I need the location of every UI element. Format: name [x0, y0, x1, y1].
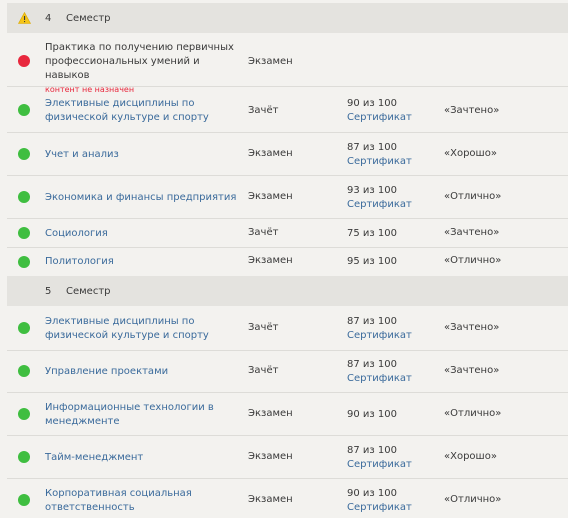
course-grade: «Отлично»: [444, 191, 502, 202]
course-score: 87 из 100 Сертификат: [347, 142, 412, 169]
semester-header: 5 Семестр: [7, 276, 568, 306]
course-row: Управление проектами Зачёт 87 из 100 Сер…: [7, 351, 568, 393]
course-link[interactable]: Экономика и финансы предприятия: [45, 191, 275, 205]
course-link[interactable]: Элективные дисциплины по физической куль…: [45, 97, 245, 125]
course-grade: «Зачтено»: [444, 227, 500, 238]
course-row: Информационные технологии в менеджменте …: [7, 393, 568, 436]
semester-number: 4: [45, 12, 52, 24]
status-dot-icon: [18, 494, 30, 506]
course-score: 95 из 100: [347, 256, 397, 267]
course-grade: «Хорошо»: [444, 148, 497, 159]
course-score: 90 из 100: [347, 409, 397, 420]
course-link[interactable]: Политология: [45, 255, 245, 269]
assessment-type: Экзамен: [248, 451, 293, 462]
course-row: Корпоративная социальная ответственность…: [7, 479, 568, 518]
certificate-link[interactable]: Сертификат: [347, 329, 412, 343]
certificate-link[interactable]: Сертификат: [347, 458, 412, 472]
assessment-type: Экзамен: [248, 56, 293, 67]
course-row: Учет и анализ Экзамен 87 из 100 Сертифик…: [7, 133, 568, 176]
semester-label: Семестр: [66, 285, 111, 297]
course-score: 90 из 100 Сертификат: [347, 98, 412, 125]
course-row: Элективные дисциплины по физической куль…: [7, 306, 568, 351]
course-grade: «Отлично»: [444, 494, 502, 505]
course-row: Социология Зачёт 75 из 100 «Зачтено»: [7, 219, 568, 248]
course-grade: «Зачтено»: [444, 322, 500, 333]
course-row: Элективные дисциплины по физической куль…: [7, 87, 568, 133]
course-link[interactable]: Управление проектами: [45, 365, 245, 379]
course-score: 93 из 100 Сертификат: [347, 185, 412, 212]
certificate-link[interactable]: Сертификат: [347, 372, 412, 386]
course-link[interactable]: Информационные технологии в менеджменте: [45, 401, 245, 429]
course-score: 87 из 100 Сертификат: [347, 445, 412, 472]
assessment-type: Зачёт: [248, 365, 279, 376]
course-row: Тайм-менеджмент Экзамен 87 из 100 Сертиф…: [7, 436, 568, 479]
course-link[interactable]: Учет и анализ: [45, 148, 245, 162]
status-dot-icon: [18, 148, 30, 160]
status-dot-icon: [18, 408, 30, 420]
assessment-type: Экзамен: [248, 494, 293, 505]
status-dot-icon: [18, 104, 30, 116]
course-grade: «Отлично»: [444, 408, 502, 419]
course-row: Экономика и финансы предприятия Экзамен …: [7, 176, 568, 219]
certificate-link[interactable]: Сертификат: [347, 111, 412, 125]
assessment-type: Экзамен: [248, 148, 293, 159]
semester-number: 5: [45, 285, 52, 297]
status-dot-icon: [18, 55, 30, 67]
assessment-type: Экзамен: [248, 191, 293, 202]
course-link[interactable]: Элективные дисциплины по физической куль…: [45, 315, 245, 343]
course-score: 90 из 100 Сертификат: [347, 488, 412, 515]
certificate-link[interactable]: Сертификат: [347, 501, 412, 515]
course-score: 75 из 100: [347, 228, 397, 239]
course-grade: «Зачтено»: [444, 105, 500, 116]
status-dot-icon: [18, 191, 30, 203]
semester-label: Семестр: [66, 12, 111, 24]
assessment-type: Зачёт: [248, 227, 279, 238]
course-link[interactable]: Корпоративная социальная ответственность: [45, 487, 245, 515]
course-grade: «Отлично»: [444, 255, 502, 266]
status-dot-icon: [18, 451, 30, 463]
course-link[interactable]: Тайм-менеджмент: [45, 451, 245, 465]
course-row: Практика по получению первичных професси…: [7, 33, 568, 94]
course-grade: «Хорошо»: [444, 451, 497, 462]
status-dot-icon: [18, 365, 30, 377]
assessment-type: Экзамен: [248, 408, 293, 419]
course-row: Политология Экзамен 95 из 100 «Отлично»: [7, 248, 568, 276]
course-grade: «Зачтено»: [444, 365, 500, 376]
semester-header: 4 Семестр: [7, 3, 568, 33]
warning-triangle-icon: [18, 12, 31, 24]
assessment-type: Зачёт: [248, 322, 279, 333]
course-score: 87 из 100 Сертификат: [347, 359, 412, 386]
course-link[interactable]: Социология: [45, 227, 245, 241]
status-dot-icon: [18, 256, 30, 268]
course-score: 87 из 100 Сертификат: [347, 316, 412, 343]
assessment-type: Зачёт: [248, 105, 279, 116]
certificate-link[interactable]: Сертификат: [347, 155, 412, 169]
status-dot-icon: [18, 322, 30, 334]
status-dot-icon: [18, 227, 30, 239]
certificate-link[interactable]: Сертификат: [347, 198, 412, 212]
assessment-type: Экзамен: [248, 255, 293, 266]
